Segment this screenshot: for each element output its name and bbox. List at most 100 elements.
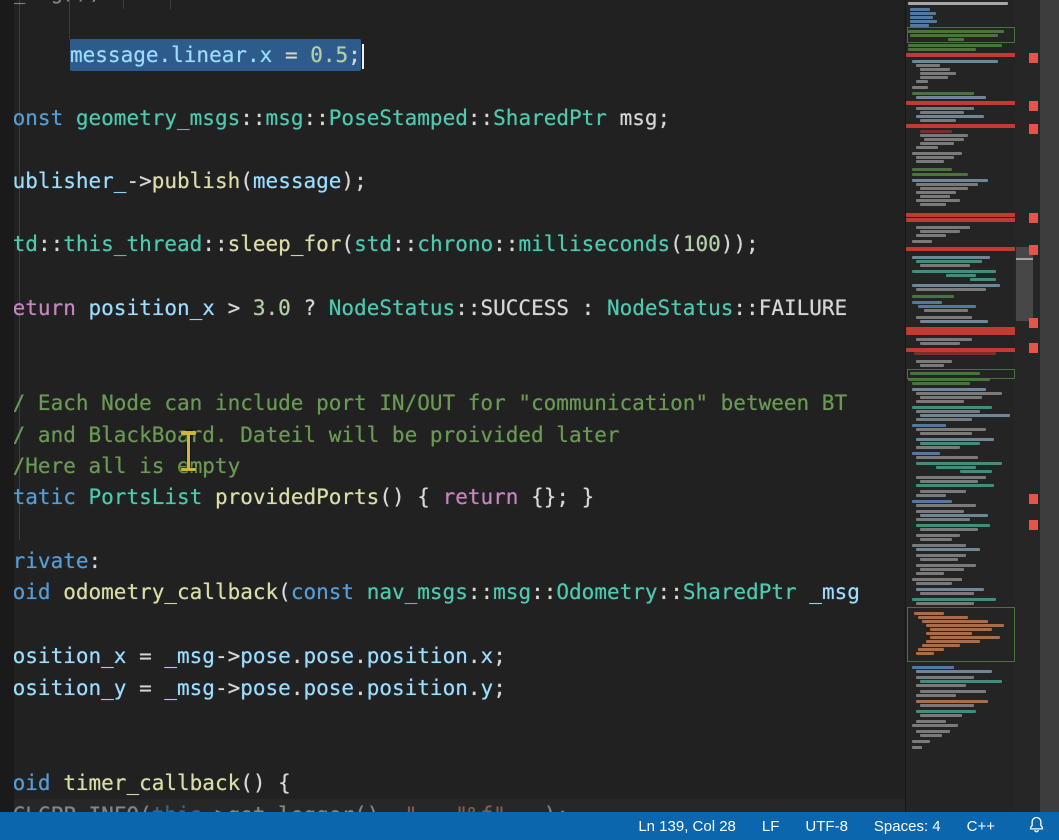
scrollbar-track[interactable] bbox=[1015, 0, 1040, 812]
minimap-code-line bbox=[912, 173, 968, 176]
status-indentation[interactable]: Spaces: 4 bbox=[861, 812, 954, 840]
minimap-code-line bbox=[916, 392, 1002, 395]
minimap-code-line bbox=[916, 80, 928, 83]
overview-ruler-error-mark bbox=[1029, 520, 1038, 530]
code-token bbox=[76, 485, 89, 509]
minimap-code-line bbox=[910, 12, 936, 15]
code-token: _msg bbox=[164, 676, 215, 700]
minimap-code-line bbox=[908, 2, 1008, 5]
code-token: odometry_callback bbox=[63, 580, 278, 604]
selection-highlight: message.linear.x = 0.5; bbox=[70, 39, 361, 71]
minimap-code-line bbox=[916, 462, 1002, 465]
code-token: geometry_msgs bbox=[76, 106, 240, 130]
minimap-code-line bbox=[916, 199, 960, 202]
code-line[interactable]: // Each Node can include port IN/OUT for… bbox=[0, 387, 905, 419]
code-token: std bbox=[354, 232, 392, 256]
code-token: SharedPtr bbox=[683, 580, 797, 604]
minimap-code-line bbox=[920, 187, 968, 190]
code-token: PortsList bbox=[89, 485, 203, 509]
code-token: // Each Node can include port IN/OUT for… bbox=[0, 391, 847, 415]
code-line[interactable]: RCLCPP_INFO(this->get_logger(), "..."%f"… bbox=[0, 799, 905, 812]
code-token: get_logger bbox=[228, 803, 354, 812]
minimap-code-line bbox=[916, 484, 994, 487]
editor-pane[interactable]: (_msg));message.linear.x = 0.5;const geo… bbox=[0, 0, 905, 812]
code-token: NodeStatus bbox=[329, 296, 455, 320]
mouse-ibeam-cursor-icon bbox=[180, 431, 197, 471]
code-token bbox=[63, 106, 76, 130]
minimap-code-line bbox=[912, 740, 930, 743]
code-token: // and BlackBoard. Dateil will be proivi… bbox=[0, 423, 620, 447]
minimap-code-line bbox=[910, 20, 937, 23]
status-encoding[interactable]: UTF-8 bbox=[792, 812, 861, 840]
code-line[interactable]: } bbox=[0, 324, 905, 356]
code-line[interactable]: void timer_callback() { bbox=[0, 767, 905, 799]
minimap-code-line bbox=[920, 230, 960, 233]
minimap[interactable] bbox=[905, 0, 1016, 812]
code-token: ( bbox=[341, 232, 354, 256]
minimap-code-line bbox=[916, 572, 944, 575]
status-language-mode[interactable]: C++ bbox=[954, 812, 1008, 840]
code-token: 3.0 bbox=[253, 296, 291, 320]
minimap-code-line bbox=[914, 352, 996, 355]
code-line[interactable]: message.linear.x = 0.5; bbox=[0, 39, 905, 71]
code-line[interactable]: std::this_thread::sleep_for(std::chrono:… bbox=[0, 228, 905, 260]
code-token: :: bbox=[493, 232, 518, 256]
code-line[interactable]: position_x = _msg->pose.pose.position.x; bbox=[0, 640, 905, 672]
minimap-code-line bbox=[912, 666, 954, 669]
minimap-code-line bbox=[920, 734, 942, 737]
minimap-code-line bbox=[912, 270, 996, 273]
code-token: this_thread bbox=[63, 232, 202, 256]
code-line[interactable]: private: bbox=[0, 545, 905, 577]
code-token: NodeStatus bbox=[607, 296, 733, 320]
minimap-comment-box bbox=[907, 369, 1015, 379]
minimap-code-line bbox=[920, 538, 952, 541]
overview-ruler-error-mark bbox=[1029, 213, 1038, 223]
minimap-code-line bbox=[916, 107, 974, 110]
code-line[interactable]: (_msg)); bbox=[0, 0, 905, 8]
code-token: :: bbox=[658, 580, 683, 604]
notifications-button[interactable] bbox=[1008, 812, 1059, 840]
minimap-code-line bbox=[916, 115, 984, 118]
minimap-code-line bbox=[920, 432, 972, 435]
code-token: sleep_for bbox=[228, 232, 342, 256]
code-line[interactable]: //Here all is empty bbox=[0, 450, 905, 482]
code-token: msg bbox=[493, 580, 531, 604]
code-token: = bbox=[272, 43, 310, 67]
code-token: position_x bbox=[89, 296, 215, 320]
code-token bbox=[202, 485, 215, 509]
code-token: pose bbox=[303, 676, 354, 700]
code-token: x bbox=[481, 644, 494, 668]
code-token: )); bbox=[721, 232, 759, 256]
overview-ruler-error-mark bbox=[1029, 494, 1038, 504]
minimap-code-line bbox=[916, 288, 986, 291]
code-line[interactable]: void odometry_callback(const nav_msgs::m… bbox=[0, 576, 905, 608]
minimap-code-line bbox=[916, 156, 954, 159]
minimap-code-line bbox=[912, 256, 990, 259]
status-eol[interactable]: LF bbox=[749, 812, 793, 840]
minimap-code-line bbox=[924, 138, 964, 141]
code-token: position bbox=[367, 644, 468, 668]
code-token bbox=[354, 580, 367, 604]
code-line[interactable]: } bbox=[0, 703, 905, 735]
code-line[interactable]: static PortsList providedPorts() { retur… bbox=[0, 481, 905, 513]
minimap-code-line bbox=[920, 514, 988, 517]
overview-ruler-error-mark bbox=[1029, 318, 1038, 328]
code-token: msg bbox=[266, 106, 304, 130]
code-line[interactable]: // and BlackBoard. Dateil will be proivi… bbox=[0, 419, 905, 451]
code-token: ( bbox=[670, 232, 683, 256]
code-line[interactable]: publisher_->publish(message); bbox=[0, 165, 905, 197]
minimap-code-line bbox=[970, 278, 996, 281]
code-line[interactable]: const geometry_msgs::msg::PoseStamped::S… bbox=[0, 102, 905, 134]
code-token: 0.5 bbox=[310, 43, 348, 67]
minimap-code-line bbox=[912, 724, 958, 727]
code-token: position_y bbox=[0, 676, 126, 700]
code-line[interactable]: return position_x > 3.0 ? NodeStatus::SU… bbox=[0, 292, 905, 324]
minimap-code-line bbox=[916, 456, 978, 459]
code-line[interactable]: position_y = _msg->pose.pose.position.y; bbox=[0, 672, 905, 704]
status-cursor-position[interactable]: Ln 139, Col 28 bbox=[625, 812, 749, 840]
bell-icon bbox=[1028, 816, 1045, 837]
minimap-code-line bbox=[920, 714, 962, 717]
minimap-code-line bbox=[912, 152, 962, 155]
minimap-code-line bbox=[920, 558, 958, 561]
minimap-code-line bbox=[908, 48, 976, 51]
